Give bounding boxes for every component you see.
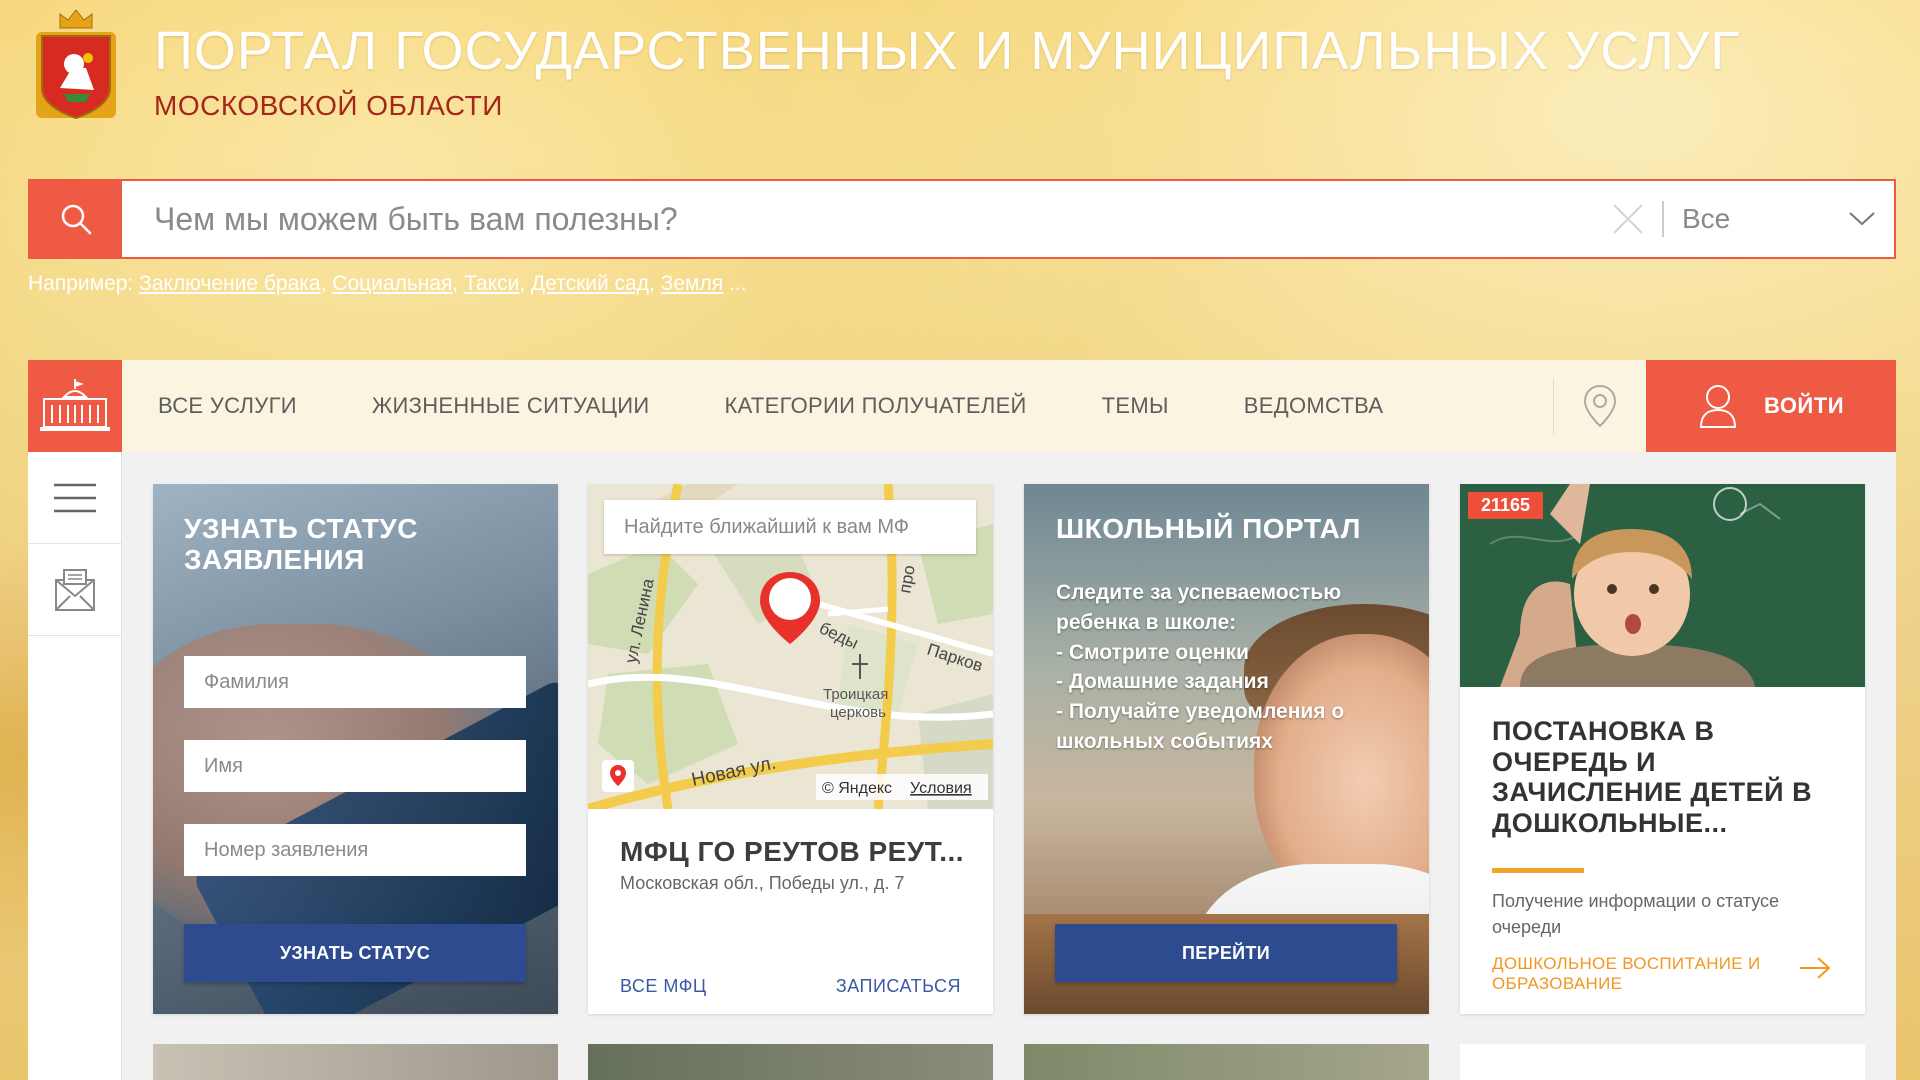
example-link-land[interactable]: Земля <box>661 272 723 295</box>
example-link-taxi[interactable]: Такси <box>464 272 519 295</box>
map-search-input[interactable]: Найдите ближайший к вам МФ <box>604 500 976 554</box>
next-row-card-3[interactable] <box>1024 1044 1429 1080</box>
school-line-3: - Смотрите оценки <box>1056 640 1249 664</box>
envelope-icon <box>54 568 95 611</box>
kindergarten-photo: 21165 <box>1460 484 1865 687</box>
status-card-title: УЗНАТЬ СТАТУС ЗАЯВЛЕНИЯ <box>184 513 418 576</box>
search-button[interactable] <box>30 181 122 257</box>
home-button[interactable] <box>28 360 122 452</box>
nav-item-life-situations[interactable]: ЖИЗНЕННЫЕ СИТУАЦИИ <box>372 393 650 419</box>
kindergarten-title[interactable]: ПОСТАНОВКА В ОЧЕРЕДЬ И ЗАЧИСЛЕНИЕ ДЕТЕЙ … <box>1492 716 1842 838</box>
search-examples: Например: Заключение брака, Социальная, … <box>28 272 747 295</box>
example-link-marriage[interactable]: Заключение брака <box>139 272 321 295</box>
menu-button[interactable] <box>28 452 121 544</box>
examples-ellipsis: ... <box>728 272 747 295</box>
arrow-right-icon[interactable] <box>1798 954 1832 982</box>
status-title-line2: ЗАЯВЛЕНИЯ <box>184 543 365 575</box>
next-row-card-1[interactable] <box>153 1044 558 1080</box>
school-line-1: Следите за успеваемостью <box>1056 581 1342 604</box>
login-label: ВОЙТИ <box>1763 393 1844 418</box>
application-number-field[interactable] <box>184 824 526 876</box>
page-subtitle: МОСКОВСКОЙ ОБЛАСТИ <box>154 90 503 121</box>
government-building-icon <box>40 379 110 431</box>
school-portal-card: ШКОЛЬНЫЙ ПОРТАЛ Следите за успеваемостью… <box>1024 484 1429 1014</box>
nav-item-recipient-categories[interactable]: КАТЕГОРИИ ПОЛУЧАТЕЛЕЙ <box>725 393 1027 419</box>
school-line-2: ребенка в школе: <box>1056 610 1237 634</box>
location-pin-icon <box>1583 384 1617 428</box>
orange-divider <box>1492 868 1584 873</box>
map-label-church-2: церковь <box>830 704 886 721</box>
nav-item-topics[interactable]: ТЕМЫ <box>1102 393 1169 419</box>
map-widget[interactable]: ул. Ленина беды Парков Новая ул. про Тро… <box>588 484 993 809</box>
status-title-line1: УЗНАТЬ СТАТУС <box>184 513 418 544</box>
check-status-button[interactable]: УЗНАТЬ СТАТУС <box>184 924 526 982</box>
search-category-value: Все <box>1682 203 1731 234</box>
search-icon <box>61 204 92 235</box>
name-field[interactable] <box>184 740 526 792</box>
hamburger-menu-icon <box>53 483 96 512</box>
login-button[interactable]: ВОЙТИ <box>1646 360 1896 452</box>
mfc-address: Московская обл., Победы ул., д. 7 <box>620 873 905 893</box>
location-button[interactable] <box>1554 360 1646 452</box>
search-clear-button[interactable] <box>1594 181 1662 257</box>
messages-button[interactable] <box>28 544 121 636</box>
mfc-title[interactable]: МФЦ ГО РЕУТОВ РЕУТ... <box>620 836 964 868</box>
example-link-kindergarten[interactable]: Детский сад <box>531 272 649 295</box>
nav-items: ВСЕ УСЛУГИ ЖИЗНЕННЫЕ СИТУАЦИИ КАТЕГОРИИ … <box>122 360 1553 452</box>
close-icon <box>1613 204 1643 234</box>
left-sidebar <box>28 452 122 1080</box>
kindergarten-description: Получение информации о статусе очереди <box>1492 891 1780 938</box>
school-portal-description: Следите за успеваемостью ребенка в школе… <box>1056 578 1396 757</box>
site-header: ПОРТАЛ ГОСУДАРСТВЕННЫХ И МУНИЦИПАЛЬНЫХ У… <box>28 6 1740 124</box>
next-row-card-2[interactable] <box>588 1044 993 1080</box>
examples-label: Например: <box>28 272 134 295</box>
views-badge: 21165 <box>1468 492 1544 519</box>
search-bar: Все <box>28 179 1896 259</box>
moscow-region-emblem-icon[interactable] <box>28 6 124 124</box>
nav-item-all-services[interactable]: ВСЕ УСЛУГИ <box>158 393 297 419</box>
mfc-signup-link[interactable]: ЗАПИСАТЬСЯ <box>836 976 961 997</box>
school-portal-title: ШКОЛЬНЫЙ ПОРТАЛ <box>1056 513 1361 544</box>
user-icon <box>1699 385 1736 428</box>
example-link-social[interactable]: Социальная <box>332 272 452 295</box>
mfc-card: ул. Ленина беды Парков Новая ул. про Тро… <box>588 484 993 1014</box>
school-line-4: - Домашние задания <box>1056 670 1269 694</box>
map-label-church: Троицкая <box>823 686 888 703</box>
search-category-select[interactable]: Все <box>1664 181 1894 257</box>
school-line-5: - Получайте уведомления о <box>1056 700 1345 724</box>
yandex-pin-icon <box>602 760 634 792</box>
page-title: ПОРТАЛ ГОСУДАРСТВЕННЫХ И МУНИЦИПАЛЬНЫХ У… <box>154 21 1741 81</box>
status-card: УЗНАТЬ СТАТУС ЗАЯВЛЕНИЯ УЗНАТЬ СТАТУС <box>153 484 558 1014</box>
chevron-down-icon <box>1849 212 1875 226</box>
go-to-school-portal-button[interactable]: ПЕРЕЙТИ <box>1055 924 1397 982</box>
search-input[interactable] <box>122 181 1594 257</box>
surname-field[interactable] <box>184 656 526 708</box>
map-terms-link[interactable]: Условия <box>910 780 972 797</box>
school-line-6: школьных событиях <box>1056 730 1273 754</box>
nav-item-departments[interactable]: ВЕДОМСТВА <box>1244 393 1384 419</box>
kindergarten-category-link[interactable]: ДОШКОЛЬНОЕ ВОСПИТАНИЕ И ОБРАЗОВАНИЕ <box>1492 954 1792 995</box>
kindergarten-card[interactable]: 21165 ПОСТАНОВКА В ОЧЕРЕДЬ И ЗАЧИСЛЕНИЕ … <box>1460 484 1865 1014</box>
next-row-card-4[interactable] <box>1460 1044 1865 1080</box>
all-mfc-link[interactable]: ВСЕ МФЦ <box>620 976 707 997</box>
map-copyright: © Яндекс <box>822 780 892 797</box>
main-navigation: ВСЕ УСЛУГИ ЖИЗНЕННЫЕ СИТУАЦИИ КАТЕГОРИИ … <box>28 360 1896 452</box>
main-content: УЗНАТЬ СТАТУС ЗАЯВЛЕНИЯ УЗНАТЬ СТАТУС <box>28 452 1896 1080</box>
